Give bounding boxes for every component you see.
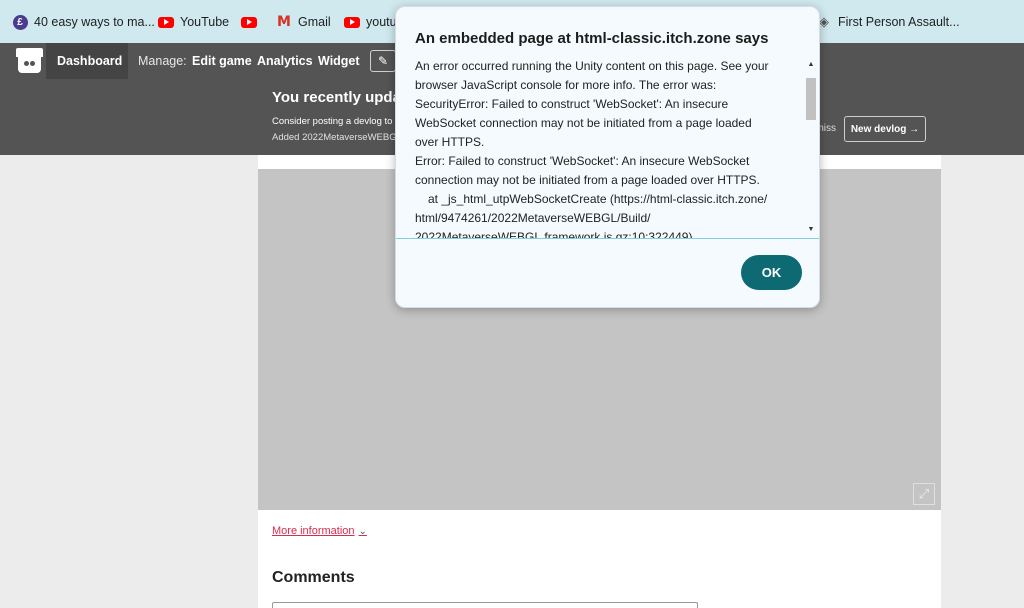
bookmark-item[interactable]: YouTube: [158, 13, 229, 31]
bookmark-label: youtu: [366, 15, 397, 29]
alert-dialog: An embedded page at html-classic.itch.zo…: [395, 6, 820, 308]
more-information-label: More information: [272, 525, 355, 537]
bookmark-label: First Person Assault...: [838, 15, 960, 29]
message-line: An error occurred running the Unity cont…: [415, 59, 769, 73]
message-scrollbar[interactable]: ▲ ▼: [805, 60, 817, 238]
comment-input[interactable]: [272, 602, 698, 608]
pound-icon: £: [12, 14, 28, 30]
message-line: browser JavaScript console for more info…: [415, 78, 717, 92]
message-line: connection may not be initiated from a p…: [415, 173, 760, 187]
message-line: over HTTPS.: [415, 135, 485, 149]
nav-edit-game[interactable]: Edit game: [192, 43, 252, 79]
nav-dashboard[interactable]: Dashboard: [57, 43, 122, 79]
gmail-icon: M: [277, 14, 291, 30]
message-line: WebSocket connection may not be initiate…: [415, 116, 752, 130]
dismiss-link[interactable]: Dismiss: [820, 123, 836, 134]
message-line: SecurityError: Failed to construct 'WebS…: [415, 97, 729, 111]
banner-title: You recently updated: [272, 89, 396, 106]
message-line: 2022MetaverseWEBGL.framework.js.gz:10:32…: [415, 230, 693, 239]
bookmark-label: YouTube: [180, 15, 230, 29]
bookmark-label: Gmail: [298, 15, 331, 29]
message-line: at _js_html_utpWebSocketCreate (https://…: [428, 192, 768, 206]
chevron-down-icon: ⌄: [358, 525, 367, 537]
dialog-message[interactable]: An error occurred running the Unity cont…: [396, 56, 819, 239]
bookmark-item[interactable]: £ 40 easy ways to ma...: [12, 13, 155, 31]
youtube-icon: [241, 14, 257, 30]
youtube-icon: [158, 14, 174, 30]
bookmark-item[interactable]: ◈ First Person Assault...: [816, 13, 960, 31]
scrollbar-thumb[interactable]: [806, 78, 816, 120]
bookmark-item[interactable]: youtu: [344, 13, 397, 31]
comments-heading: Comments: [272, 569, 355, 586]
dialog-title: An embedded page at html-classic.itch.zo…: [415, 30, 769, 47]
message-line: Error: Failed to construct 'WebSocket': …: [415, 154, 750, 168]
scroll-up-icon[interactable]: ▲: [805, 60, 817, 70]
nav-analytics[interactable]: Analytics: [257, 43, 313, 79]
manage-label: Manage:: [138, 54, 187, 68]
bookmark-item[interactable]: M Gmail: [276, 13, 331, 31]
more-information-link[interactable]: More information ⌄: [272, 525, 367, 537]
nav-widget[interactable]: Widget: [318, 43, 360, 79]
ok-button[interactable]: OK: [741, 255, 802, 290]
bookmark-item[interactable]: [241, 13, 263, 31]
banner-added-text: Added 2022MetaverseWEBGL: [272, 132, 396, 143]
pen-icon[interactable]: ✎: [370, 50, 396, 72]
new-devlog-button[interactable]: New devlog →: [844, 116, 926, 142]
banner-subtitle: Consider posting a devlog to: [272, 116, 393, 127]
fullscreen-icon[interactable]: ⤢: [913, 483, 935, 505]
itch-logo-icon[interactable]: [16, 48, 43, 74]
dismiss-label: Dismiss: [820, 123, 836, 134]
message-line: html/9474261/2022MetaverseWEBGL/Build/: [415, 211, 651, 225]
scroll-down-icon[interactable]: ▼: [805, 225, 817, 235]
bookmark-label: 40 easy ways to ma...: [34, 15, 155, 29]
youtube-icon: [344, 14, 360, 30]
